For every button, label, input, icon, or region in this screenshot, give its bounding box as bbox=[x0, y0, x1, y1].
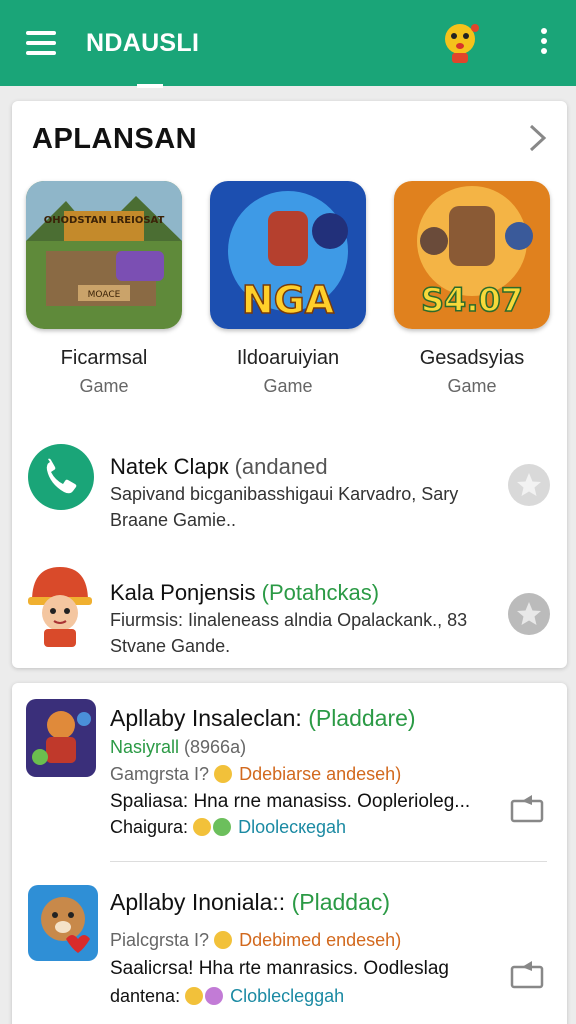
app-thumbnail-1: OHODSTAN LREIOSAT MOACE bbox=[26, 181, 182, 329]
app-list-item-1-tag: (Pladdare) bbox=[308, 705, 416, 731]
share-icon[interactable] bbox=[510, 959, 544, 989]
app-list-item-2-line3-orange: Ddebimed endeseh) bbox=[239, 930, 402, 950]
app-title: NDAUSLI bbox=[86, 29, 200, 57]
app-list-item-1-title: Apllaby Insaleclan: bbox=[110, 705, 302, 731]
list-item-2-description: Fiurmsis: Iinaleneass alndia Opalackank.… bbox=[110, 610, 468, 656]
app-list-item-1-title-line: Apllaby Insaleclan: (Pladdare) bbox=[110, 705, 416, 732]
app-list-item-1-line5: Chaigura: Dloolecкegah bbox=[110, 817, 346, 838]
app-category-1: Game bbox=[79, 376, 129, 396]
app-category-3: Game bbox=[447, 376, 497, 396]
app-list-item-1-line3-orange: Ddebiarse andeseh) bbox=[239, 764, 402, 784]
emoji-avatar-icon[interactable] bbox=[437, 20, 483, 66]
list-item-1[interactable]: Natek Clapк (andaned Sapivand bicganibas… bbox=[12, 435, 567, 545]
app-list-item-1[interactable]: Apllaby Insaleclan: (Pladdare) Nasiyrall… bbox=[12, 683, 567, 861]
app-icon-1 bbox=[26, 699, 96, 777]
share-icon[interactable] bbox=[510, 793, 544, 823]
app-thumbnail-2: NGA bbox=[210, 181, 366, 329]
star-icon[interactable] bbox=[508, 593, 550, 635]
app-list-item-2-title: Apllaby Inoniala:: bbox=[110, 889, 286, 915]
app-list-item-2-line5: dantena: Cloblecleggah bbox=[110, 986, 344, 1007]
list-item-1-subtitle: (andaned bbox=[234, 454, 328, 479]
thumb-text-3: S4.07 bbox=[421, 281, 523, 319]
app-name-1: Ficarmsal bbox=[60, 347, 148, 369]
app-name-3: Gesadsyias bbox=[419, 347, 525, 369]
star-icon[interactable] bbox=[508, 464, 550, 506]
smiley-icon bbox=[193, 818, 212, 836]
app-list-item-1-line3: Gamgrsta I? Ddebiarse andeseh) bbox=[110, 764, 401, 785]
list-item-1-title-line: Natek Clapк (andaned bbox=[110, 454, 328, 480]
app-list-item-2-line3-prefix: Pialcgrsta I? bbox=[110, 930, 210, 950]
app-list-item-2-line5-prefix: dantena: bbox=[110, 986, 181, 1006]
app-list-item-1-line3-prefix: Gamgrsta I? bbox=[110, 764, 210, 784]
smiley-icon bbox=[185, 987, 204, 1005]
chevron-right-icon[interactable] bbox=[522, 121, 552, 155]
list-item-2-title: Kala Ponjensis bbox=[110, 580, 256, 605]
character-avatar-icon bbox=[22, 565, 98, 649]
flower-icon bbox=[205, 987, 224, 1005]
thumb-text-2: NGA bbox=[242, 278, 335, 322]
more-options-icon[interactable] bbox=[535, 28, 553, 58]
app-thumbnail-3: S4.07 bbox=[394, 181, 550, 329]
app-name-2: Ildoaruiyian bbox=[236, 347, 340, 369]
app-list-item-1-developer: Nasiyrall bbox=[110, 737, 180, 757]
smiley-icon bbox=[214, 765, 233, 783]
app-list-item-2-tag: (Pladdac) bbox=[291, 889, 391, 915]
tab-indicator bbox=[137, 84, 163, 88]
smiley-icon bbox=[214, 931, 233, 949]
app-list-item-2-description: Saalicrsa! Hha rte manrasics. Oodleslag bbox=[110, 958, 449, 979]
thumb-text-bottom: MOACE bbox=[88, 290, 121, 300]
app-list-item-1-line5-teal: Dloolecкegah bbox=[238, 817, 347, 837]
list-item-2[interactable]: Kala Ponjensis (Potahckas) Fiurmsis: Iin… bbox=[12, 563, 567, 663]
phone-icon bbox=[28, 444, 94, 510]
app-list-card: Apllaby Insaleclan: (Pladdare) Nasiyrall… bbox=[12, 683, 567, 1024]
app-list-item-1-meta: Nasiyrall (8966a) bbox=[110, 737, 246, 758]
list-item-1-title: Natek Clapк bbox=[110, 454, 229, 479]
app-category-2: Game bbox=[263, 376, 313, 396]
app-list-item-1-line5-prefix: Chaigura: bbox=[110, 817, 189, 837]
app-icon-2 bbox=[28, 885, 98, 961]
app-list-item-2[interactable]: Apllaby Inoniala:: (Pladdac) Pialcgrsta … bbox=[12, 863, 567, 1024]
app-list-item-2-title-line: Apllaby Inoniala:: (Pladdac) bbox=[110, 889, 390, 916]
list-item-2-subtitle: (Potahckas) bbox=[261, 580, 380, 605]
app-list-item-1-description: Spaliasa: Hna rne manasiss. Ooplerioleg.… bbox=[110, 791, 471, 812]
divider bbox=[110, 861, 547, 862]
featured-app-1[interactable]: OHODSTAN LREIOSAT MOACE Ficarmsal Game bbox=[24, 181, 184, 397]
featured-app-3[interactable]: S4.07 Gesadsyias Game bbox=[392, 181, 552, 397]
list-item-2-title-line: Kala Ponjensis (Potahckas) bbox=[110, 580, 379, 606]
thumb-text-top: OHODSTAN LREIOSAT bbox=[44, 215, 165, 226]
featured-app-2[interactable]: NGA Ildoaruiyian Game bbox=[208, 181, 368, 397]
list-item-1-description: Sapivand bicganibasshigaui Karvadro, Sar… bbox=[110, 484, 459, 530]
app-list-item-1-code: (8966a) bbox=[184, 737, 247, 757]
app-list-item-2-line3: Pialcgrsta I? Ddebimed endeseh) bbox=[110, 930, 401, 951]
app-bar: NDAUSLI bbox=[0, 0, 576, 86]
menu-icon[interactable] bbox=[26, 31, 56, 55]
app-list-item-2-line5-teal: Cloblecleggah bbox=[230, 986, 345, 1006]
section-title: APLANSAN bbox=[32, 123, 198, 155]
flower-icon bbox=[213, 818, 232, 836]
featured-card: APLANSAN OHODSTAN LREIOSAT MOACE Ficarms… bbox=[12, 101, 567, 668]
